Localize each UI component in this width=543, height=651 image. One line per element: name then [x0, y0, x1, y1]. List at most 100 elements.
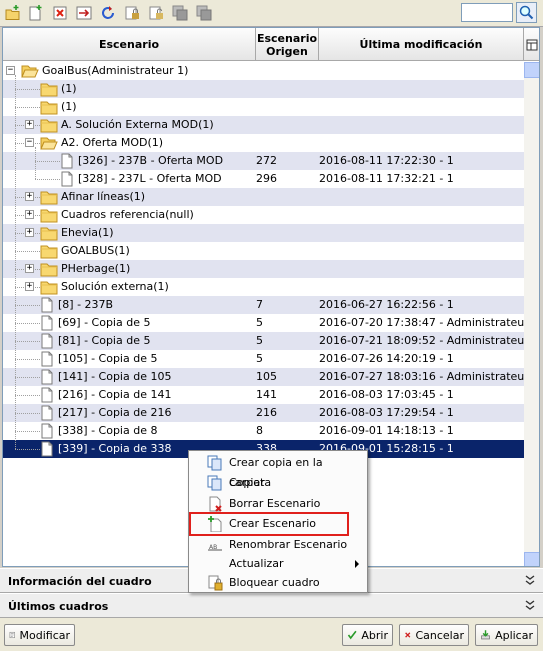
panel-recent-title: Últimos cuadros [8, 600, 109, 613]
grid-header: Escenario Escenario Origen Última modifi… [3, 28, 539, 61]
tree-folder-row[interactable]: + A. Solución Externa MOD(1) [3, 116, 524, 134]
row-modified: 2016-08-03 17:29:54 - 1 [319, 406, 454, 419]
highlight-box [189, 512, 349, 536]
tree-line [15, 75, 16, 449]
scroll-up-button[interactable] [524, 62, 539, 78]
collapse-icon[interactable]: − [25, 138, 34, 147]
row-modified: 2016-08-11 17:22:30 - 1 [319, 154, 454, 167]
new-item-icon[interactable] [25, 3, 45, 23]
row-label: [81] - Copia de 5 [58, 334, 151, 347]
copy-to-folder-icon [207, 455, 222, 471]
table-row[interactable]: [216] - Copia de 141 141 2016-08-03 17:03:… [3, 386, 524, 404]
search-button[interactable] [516, 2, 537, 23]
row-label: (1) [61, 82, 77, 95]
menu-item-copy[interactable]: Copiar [189, 473, 367, 493]
table-row[interactable]: [326] - 237B - Oferta MOD 272 2016-08-11 1… [3, 152, 524, 170]
open-label: Abrir [361, 628, 388, 642]
open-button[interactable]: Abrir [342, 624, 393, 646]
tree-folder-row[interactable]: + Solución externa(1) [3, 278, 524, 296]
tree-folder-row[interactable]: GOALBUS(1) [3, 242, 524, 260]
menu-item-refresh[interactable]: Actualizar [189, 554, 367, 574]
chevron-down-icon[interactable] [525, 574, 535, 586]
table-row[interactable]: [81] - Copia de 5 5 2016-07-21 18:09:52 - … [3, 332, 524, 350]
row-modified: 2016-06-27 16:22:56 - 1 [319, 298, 454, 311]
vertical-scrollbar[interactable] [524, 62, 539, 566]
check-icon [347, 630, 357, 640]
submenu-arrow-icon [355, 560, 359, 568]
apply-button[interactable]: Aplicar [475, 624, 538, 646]
expand-icon[interactable]: + [25, 264, 34, 273]
tree-folder-row[interactable]: + Cuadros referencia(null) [3, 206, 524, 224]
collapse-icon[interactable]: − [6, 66, 15, 75]
row-origin: 272 [256, 154, 277, 167]
row-origin: 105 [256, 370, 277, 383]
refresh-icon[interactable] [98, 3, 118, 23]
chevron-down-icon[interactable] [525, 599, 535, 611]
row-modified: 2016-07-21 18:09:52 - Administrateur 1 [319, 334, 524, 347]
tree-folder-row[interactable]: + Afinar líneas(1) [3, 188, 524, 206]
table-row[interactable]: [8] - 237B 7 2016-06-27 16:22:56 - 1 [3, 296, 524, 314]
delete-scenario-icon [209, 496, 222, 512]
row-label: GOALBUS(1) [61, 244, 130, 257]
panel-recent[interactable]: Últimos cuadros [0, 593, 543, 618]
menu-item-lock-table[interactable]: Bloquear cuadro [189, 573, 367, 593]
row-origin: 5 [256, 334, 263, 347]
expand-icon[interactable]: + [25, 120, 34, 129]
row-label: [141] - Copia de 105 [58, 370, 172, 383]
menu-item-label: Bloquear cuadro [229, 576, 320, 589]
cancel-label: Cancelar [415, 628, 464, 642]
scroll-down-button[interactable] [524, 552, 539, 566]
row-modified: 2016-08-11 17:32:21 - 1 [319, 172, 454, 185]
lock-icon[interactable] [122, 3, 142, 23]
tree-folder-row[interactable]: − A2. Oferta MOD(1) [3, 134, 524, 152]
search-input[interactable] [461, 3, 513, 22]
row-label: [216] - Copia de 141 [58, 388, 172, 401]
row-label: [105] - Copia de 5 [58, 352, 158, 365]
table-row[interactable]: [141] - Copia de 105 105 2016-07-27 18:03:… [3, 368, 524, 386]
column-header-modified[interactable]: Última modificación [319, 28, 524, 61]
move-icon[interactable] [74, 3, 94, 23]
table-row[interactable]: [217] - Copia de 216 216 2016-08-03 17:29:… [3, 404, 524, 422]
menu-item-delete-scenario[interactable]: Borrar Escenario [189, 494, 367, 514]
tree-line [35, 147, 36, 179]
row-label: [328] - 237L - Oferta MOD [78, 172, 222, 185]
column-header-origin[interactable]: Escenario Origen [256, 28, 319, 61]
table-row[interactable]: [69] - Copia de 5 5 2016-07-20 17:38:47 - … [3, 314, 524, 332]
row-label: Ehevia(1) [61, 226, 114, 239]
row-modified: 2016-07-27 18:03:16 - Administrateur 1 [319, 370, 524, 383]
row-label: Solución externa(1) [61, 280, 169, 293]
row-origin: 8 [256, 424, 263, 437]
row-label: A2. Oferta MOD(1) [61, 136, 164, 149]
tree-folder-row[interactable]: − GoalBus(Administrateur 1) [3, 62, 524, 80]
table-row[interactable]: [105] - Copia de 5 5 2016-07-26 14:20:19 -… [3, 350, 524, 368]
unlock-icon[interactable] [146, 3, 166, 23]
menu-item-copy-to-folder[interactable]: Crear copia en la carpeta [189, 453, 367, 489]
column-header-scenario[interactable]: Escenario [3, 28, 256, 61]
expand-icon[interactable]: + [25, 210, 34, 219]
expand-icon[interactable]: + [25, 228, 34, 237]
row-label: GoalBus(Administrateur 1) [42, 64, 189, 77]
close-icon [405, 632, 411, 638]
menu-item-label: Copiar [229, 476, 265, 489]
expand-icon[interactable]: + [25, 192, 34, 201]
import-icon[interactable] [170, 3, 190, 23]
row-origin: 5 [256, 352, 263, 365]
menu-item-rename-scenario[interactable]: AB_ Renombrar Escenario [189, 535, 367, 555]
table-row[interactable]: [328] - 237L - Oferta MOD 296 2016-08-11 1… [3, 170, 524, 188]
column-chooser-icon[interactable] [524, 28, 539, 61]
modify-button[interactable]: Modificar [4, 624, 75, 646]
export-icon[interactable] [194, 3, 214, 23]
row-origin: 296 [256, 172, 277, 185]
expand-icon[interactable]: + [25, 282, 34, 291]
tree-folder-row[interactable]: (1) [3, 80, 524, 98]
new-folder-icon[interactable] [3, 3, 23, 23]
tree-folder-row[interactable]: + PHerbage(1) [3, 260, 524, 278]
row-label: Afinar líneas(1) [61, 190, 146, 203]
tree-folder-row[interactable]: + Ehevia(1) [3, 224, 524, 242]
row-label: [338] - Copia de 8 [58, 424, 158, 437]
table-row[interactable]: [338] - Copia de 8 8 2016-09-01 14:18:13 -… [3, 422, 524, 440]
cancel-button[interactable]: Cancelar [399, 624, 469, 646]
delete-icon[interactable] [50, 3, 70, 23]
tree-folder-row[interactable]: (1) [3, 98, 524, 116]
copy-icon [207, 475, 222, 491]
